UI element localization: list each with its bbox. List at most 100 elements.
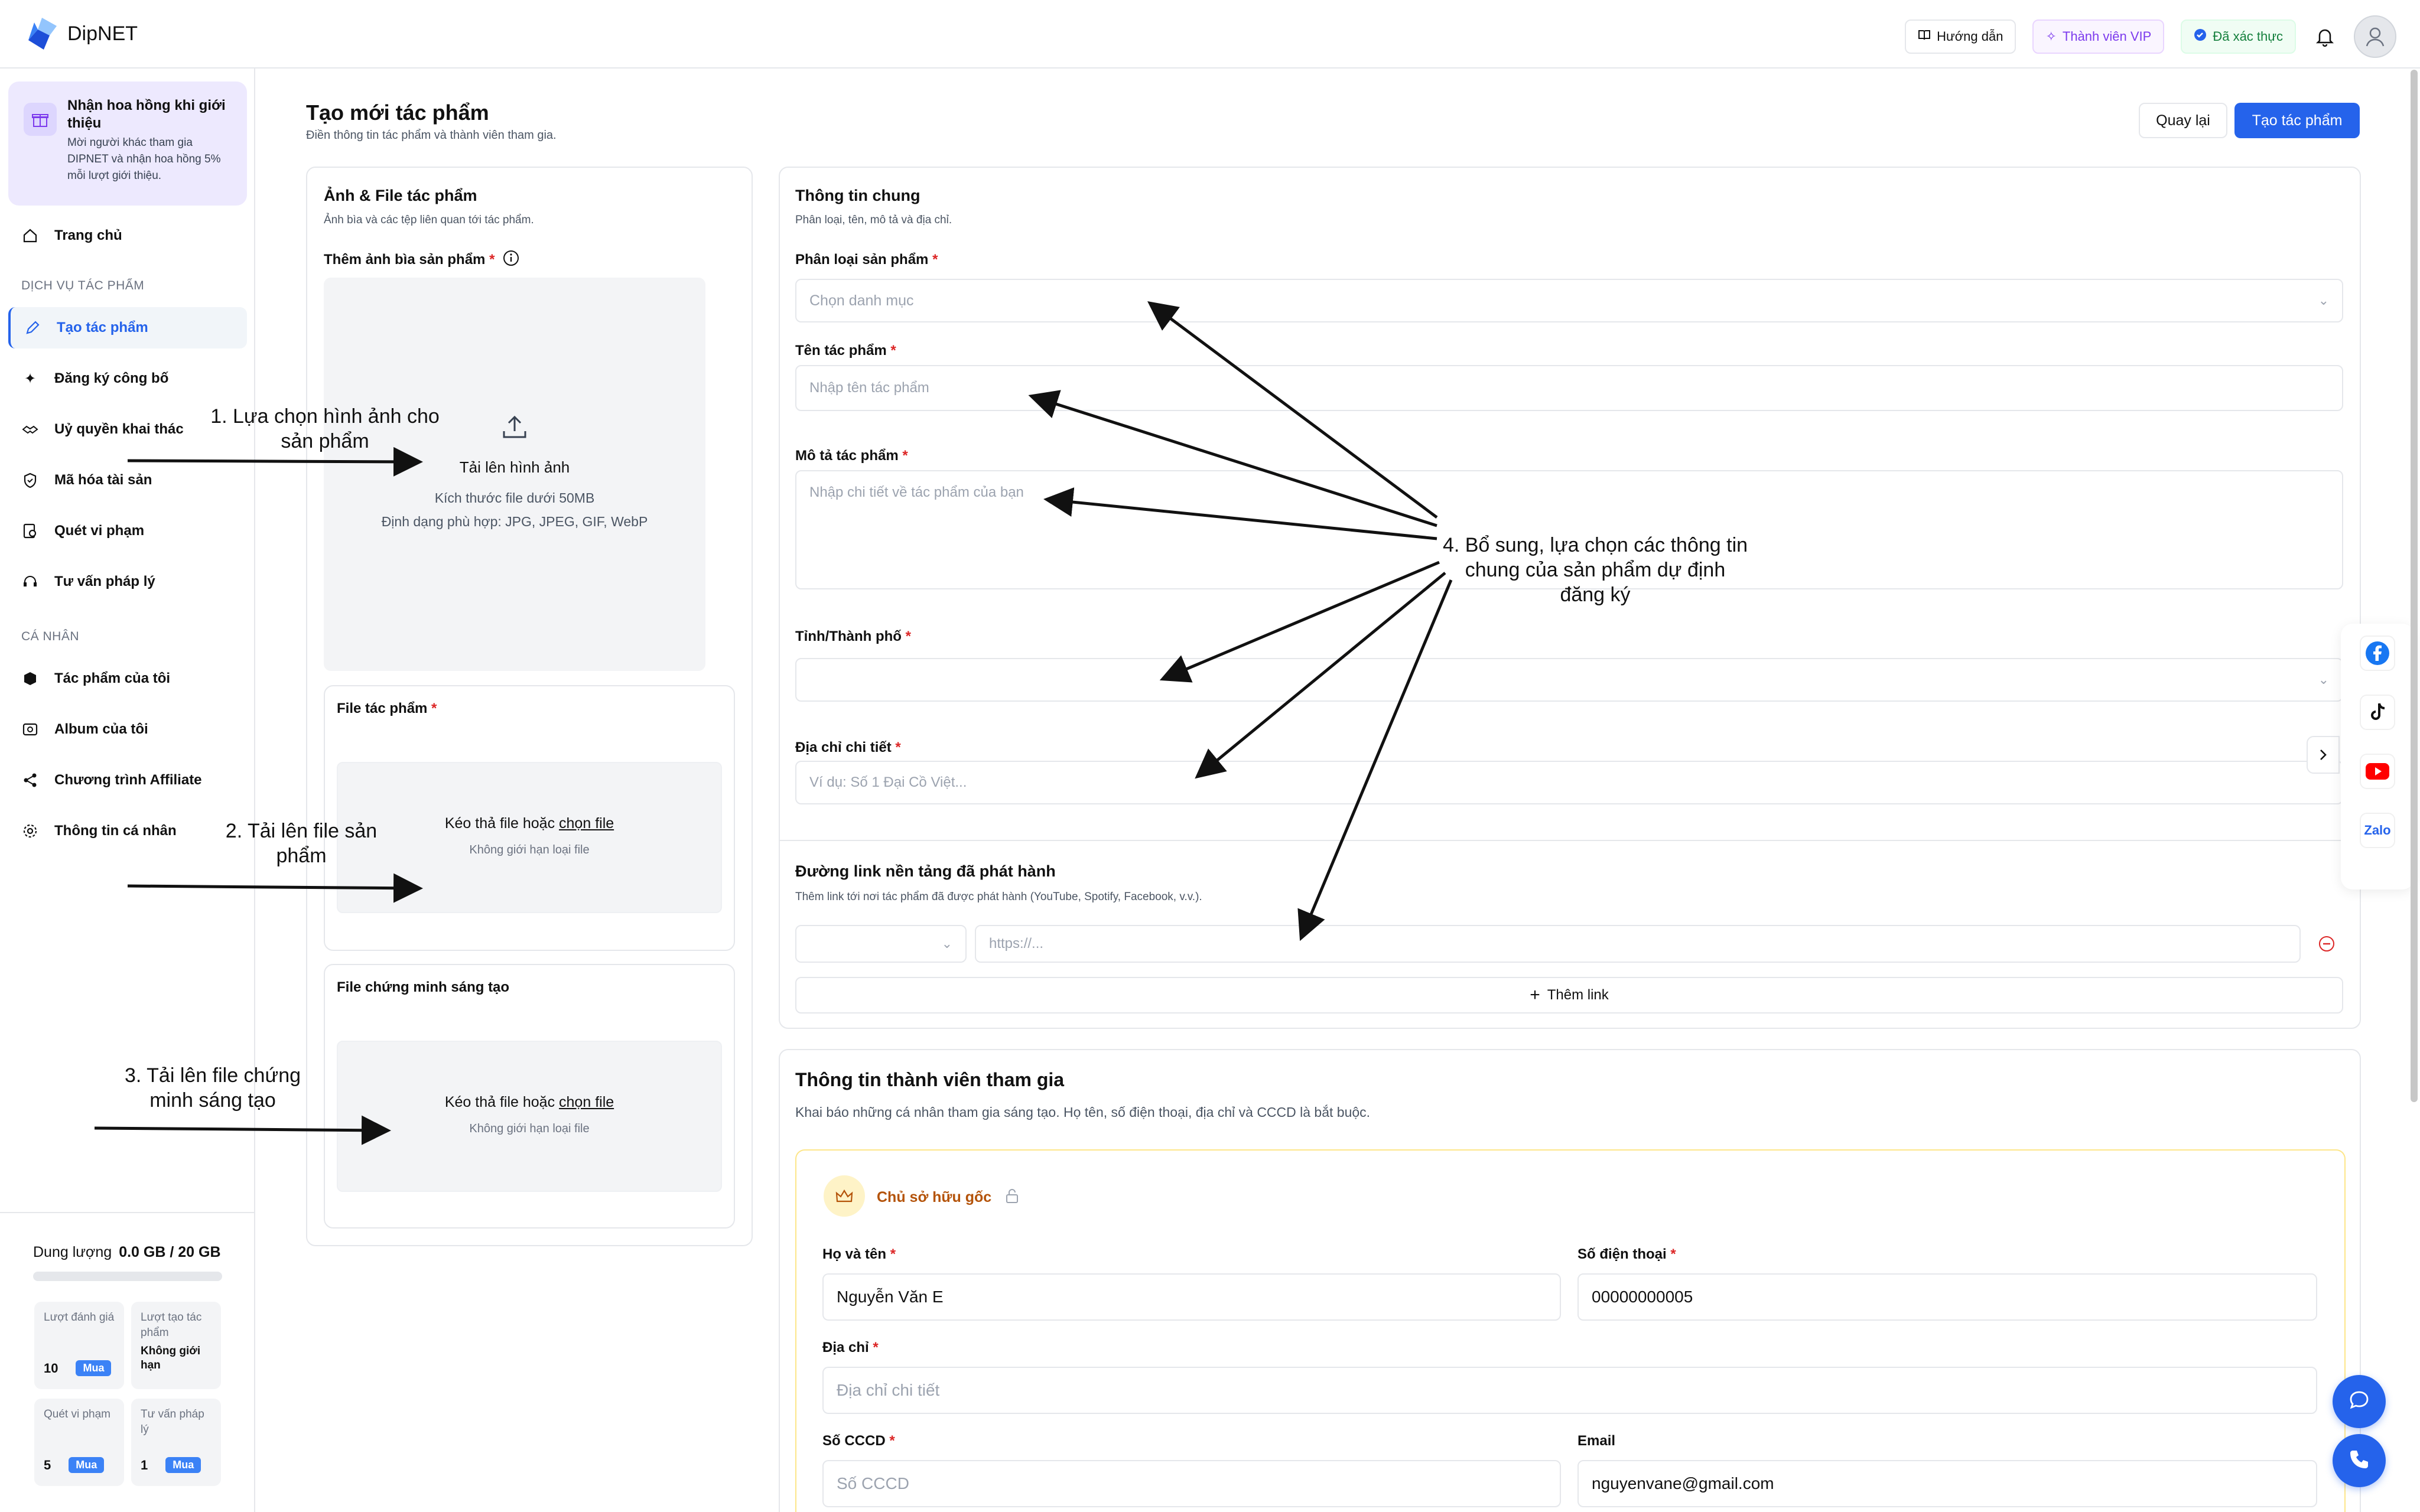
- promo-text: Mời người khác tham gia DIPNET và nhận h…: [67, 136, 221, 182]
- cover-image-upload[interactable]: Tải lên hình ảnh Kích thước file dưới 50…: [324, 278, 705, 671]
- remove-link-icon[interactable]: [2317, 934, 2336, 956]
- social-panel: Zalo: [2341, 624, 2414, 889]
- upload-format-hint: Định dạng phù hợp: JPG, JPEG, GIF, WebP: [381, 514, 648, 529]
- phone-input[interactable]: 00000000005: [1577, 1273, 2317, 1321]
- cccd-input[interactable]: Số CCCD: [822, 1460, 1561, 1507]
- home-icon: [21, 227, 39, 245]
- logo[interactable]: DipNET: [26, 17, 138, 51]
- sidebar-item-home[interactable]: Trang chủ: [8, 215, 247, 256]
- referral-promo[interactable]: Nhận hoa hồng khi giới thiệu Mời người k…: [8, 82, 247, 206]
- storage-label: Dung lượng 0.0 GB / 20 GB: [33, 1244, 221, 1260]
- quota-label: Lượt tạo tác phẩm: [141, 1311, 202, 1339]
- verified-label: Đã xác thực: [2213, 29, 2283, 44]
- email-input[interactable]: nguyenvane@gmail.com: [1577, 1460, 2317, 1507]
- buy-button[interactable]: Mua: [69, 1457, 105, 1473]
- dropzone-text: Kéo thả file hoặc chọn file: [444, 1094, 614, 1110]
- links-title: Đường link nền tảng đã phát hành: [795, 862, 1056, 880]
- link-url-input[interactable]: https://...: [975, 925, 2301, 963]
- upload-title: Tải lên hình ảnh: [459, 458, 570, 476]
- category-select[interactable]: Chọn danh mục ⌄: [795, 279, 2343, 322]
- sidebar-item-register[interactable]: ✦ Đăng ký công bố: [8, 358, 247, 399]
- storage-value: 0.0 GB / 20 GB: [119, 1244, 221, 1260]
- category-label: Phân loại sản phẩm *: [795, 252, 938, 268]
- sidebar-item-label: Tạo tác phẩm: [57, 320, 148, 335]
- create-work-button[interactable]: Tạo tác phẩm: [2234, 103, 2360, 138]
- files-card-title: Ảnh & File tác phẩm: [324, 187, 477, 204]
- address-input[interactable]: Ví dụ: Số 1 Đại Cồ Việt...: [795, 761, 2343, 804]
- fullname-input[interactable]: Nguyễn Văn E: [822, 1273, 1561, 1321]
- zalo-icon[interactable]: Zalo: [2360, 813, 2395, 848]
- chevron-down-icon: ⌄: [2318, 672, 2329, 687]
- platform-select[interactable]: ⌄: [795, 925, 967, 963]
- member-address-label: Địa chỉ *: [822, 1340, 879, 1355]
- bell-icon[interactable]: [2312, 24, 2337, 49]
- annotation-2: 2. Tải lên file sản phẩm: [225, 820, 378, 867]
- youtube-icon[interactable]: [2360, 754, 2395, 789]
- address-label: Địa chỉ chi tiết *: [795, 739, 901, 755]
- quota-label: Lượt đánh giá: [44, 1311, 115, 1324]
- sidebar-item-label: Album của tôi: [54, 721, 148, 737]
- verified-badge: Đã xác thực: [2181, 19, 2296, 54]
- chevron-down-icon: ⌄: [2318, 293, 2329, 308]
- buy-button[interactable]: Mua: [165, 1457, 201, 1473]
- dropzone-hint: Không giới hạn loại file: [469, 843, 590, 856]
- quota-review: Lượt đánh giá 10 Mua: [34, 1302, 124, 1389]
- sidebar-item-label: Đăng ký công bố: [54, 370, 169, 386]
- sidebar-item-label: Trang chủ: [54, 227, 122, 243]
- province-select[interactable]: ⌄: [795, 658, 2343, 702]
- choose-file-link[interactable]: chọn file: [559, 815, 614, 832]
- sidebar-item-label: Uỷ quyền khai thác: [54, 421, 184, 437]
- name-label: Tên tác phẩm *: [795, 343, 896, 359]
- storage-panel: Dung lượng 0.0 GB / 20 GB: [0, 1212, 255, 1281]
- pencil-icon: [24, 319, 41, 337]
- sparkle-icon: ✧: [2045, 29, 2057, 44]
- province-label: Tỉnh/Thành phố *: [795, 628, 911, 644]
- chevron-right-icon[interactable]: [2307, 736, 2340, 774]
- buy-button[interactable]: Mua: [76, 1360, 112, 1376]
- sidebar-item-profile[interactable]: Thông tin cá nhân: [8, 810, 247, 852]
- tiktok-icon[interactable]: [2360, 695, 2395, 730]
- chat-fab-button[interactable]: [2333, 1375, 2386, 1428]
- sidebar-item-label: Quét vi phạm: [54, 523, 145, 539]
- sidebar-item-my-works[interactable]: Tác phẩm của tôi: [8, 658, 247, 699]
- sidebar-item-affiliate[interactable]: Chương trình Affiliate: [8, 760, 247, 801]
- handshake-icon: [21, 421, 39, 438]
- chevron-down-icon: ⌄: [941, 936, 952, 951]
- lock-icon: [1005, 1188, 1019, 1208]
- dipnet-logo-icon: [28, 18, 57, 50]
- guide-button[interactable]: Hướng dẫn: [1905, 19, 2016, 54]
- top-bar: DipNET Hướng dẫn ✧ Thành viên VIP Đã xác…: [0, 0, 2420, 69]
- fullname-label: Họ và tên *: [822, 1246, 896, 1262]
- owner-member-box: [795, 1149, 2346, 1512]
- phone-fab-button[interactable]: [2333, 1434, 2386, 1487]
- work-name-input[interactable]: Nhập tên tác phẩm: [795, 365, 2343, 411]
- proof-file-dropzone[interactable]: Kéo thả file hoặc chọn file Không giới h…: [337, 1041, 722, 1192]
- promo-title: Nhận hoa hồng khi giới thiệu: [67, 97, 226, 131]
- sidebar-item-my-album[interactable]: Album của tôi: [8, 709, 247, 750]
- quota-value: 1: [141, 1457, 148, 1472]
- sidebar-item-create-work[interactable]: Tạo tác phẩm: [8, 307, 247, 348]
- annotation-1: 1. Lựa chọn hình ảnh cho sản phẩm: [210, 405, 440, 452]
- sidebar-item-legal[interactable]: Tư vấn pháp lý: [8, 561, 247, 602]
- quota-scan: Quét vi phạm 5 Mua: [34, 1399, 124, 1486]
- back-button[interactable]: Quay lại: [2139, 103, 2227, 138]
- info-icon[interactable]: [502, 249, 520, 271]
- work-file-dropzone[interactable]: Kéo thả file hoặc chọn file Không giới h…: [337, 762, 722, 913]
- choose-file-link[interactable]: chọn file: [559, 1094, 614, 1110]
- quota-value: 5: [44, 1457, 51, 1472]
- app-name: DipNET: [67, 22, 138, 45]
- add-link-button[interactable]: + Thêm link: [795, 977, 2343, 1014]
- user-avatar-icon[interactable]: [2354, 15, 2396, 58]
- quota-legal: Tư vấn pháp lý 1 Mua: [131, 1399, 221, 1486]
- vip-button[interactable]: ✧ Thành viên VIP: [2032, 19, 2165, 54]
- nav-section-personal: CÁ NHÂN: [21, 630, 80, 643]
- sidebar-item-scan[interactable]: Quét vi phạm: [8, 510, 247, 552]
- cover-label: Thêm ảnh bìa sản phẩm *: [324, 249, 520, 271]
- facebook-icon[interactable]: [2360, 636, 2395, 671]
- general-card-subtitle: Phân loại, tên, mô tả và địa chỉ.: [795, 214, 952, 226]
- page-scrollbar[interactable]: [2411, 70, 2418, 1102]
- phone-icon: [2348, 1448, 2370, 1474]
- phone-label: Số điện thoại *: [1577, 1246, 1676, 1262]
- sidebar-item-encrypt[interactable]: Mã hóa tài sản: [8, 460, 247, 501]
- member-address-input[interactable]: Địa chỉ chi tiết: [822, 1367, 2317, 1414]
